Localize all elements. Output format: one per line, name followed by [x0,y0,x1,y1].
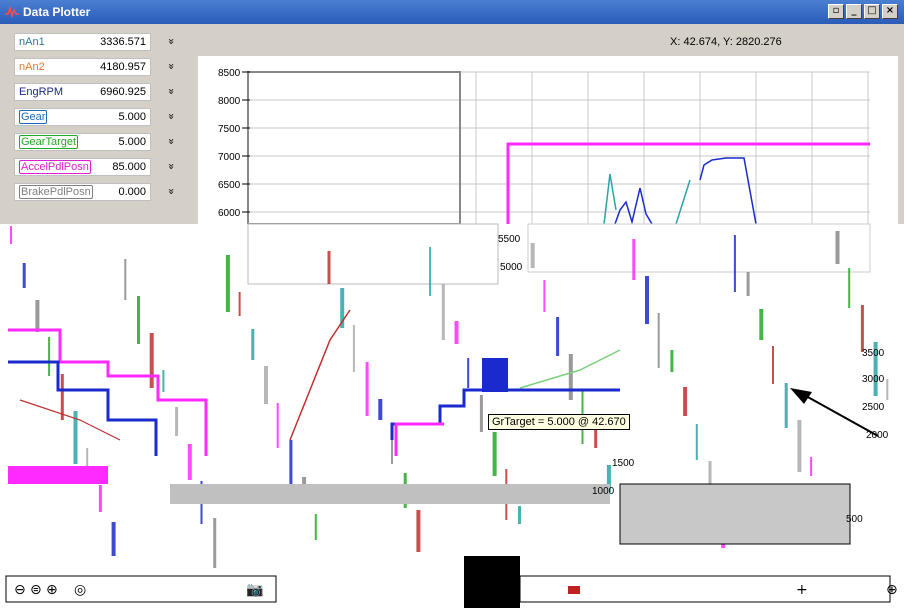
y-tick-label: 8000 [218,96,241,107]
crosshair-icon[interactable]: + [796,582,808,598]
render-artifact [835,231,840,264]
y-tick-label: 6000 [218,208,241,219]
render-artifact [327,251,331,284]
render-artifact [530,243,535,268]
render-artifact [467,358,470,388]
render-artifact [518,506,521,524]
y-tick-label: 5000 [500,262,523,273]
plot-canvas[interactable]: 8500 8000 7500 7000 6500 6000 5500 5000 3500 3000… [0,0,904,608]
render-artifact [98,485,102,512]
render-artifact [543,280,546,312]
render-artifact [556,317,560,356]
ghost-band [170,484,610,504]
render-artifact [365,362,369,416]
render-artifact [187,444,192,480]
render-artifact [594,428,598,448]
render-artifact [391,436,393,464]
fragment-tick-label: 500 [846,514,863,525]
render-artifact [86,448,89,468]
ghost-pane [247,223,499,285]
render-artifact [683,387,688,416]
render-artifact [848,268,851,308]
render-artifact [35,300,40,332]
render-artifact [264,366,268,404]
fragment-tick-label: 1000 [592,486,615,497]
render-artifact [784,383,788,428]
accel-block [8,466,108,484]
engine-rpm-series [699,157,757,225]
render-artifact [213,518,217,568]
render-artifact [251,329,255,360]
cursor-tooltip: GrTarget = 5.000 @ 42.670 [488,414,630,430]
render-artifact [670,350,674,372]
accel-pedal-series [506,142,870,232]
render-artifact [632,239,636,280]
render-artifact [810,457,813,476]
render-artifact [124,259,127,300]
render-artifact [645,276,649,324]
render-artifact [759,309,764,340]
reset-zoom-icon[interactable]: ◎ [74,582,86,598]
engine-rpm-series [614,187,653,225]
nan1-series [675,179,691,225]
plot-box [247,71,461,225]
y-tick-label: 7500 [218,124,241,135]
render-artifact [733,235,736,292]
fragment-tick-label: 3500 [862,348,885,359]
render-artifact [416,510,421,552]
render-artifact [238,292,241,316]
render-artifact [492,432,497,476]
render-artifact [797,420,802,472]
render-artifact [10,226,12,244]
render-artifact [886,379,889,400]
render-artifact [378,399,383,420]
render-artifact [479,395,483,432]
ghost-pane [527,223,871,273]
render-artifact [149,333,154,388]
fragment-tick-label: 1500 [612,458,635,469]
y-tick-label: 6500 [218,180,241,191]
y-tick-label: 5500 [498,234,521,245]
camera-icon[interactable]: 📷 [246,582,263,598]
nan1-series [603,173,617,225]
fragment-tick-label: 3000 [862,374,885,385]
zoom-out-icon[interactable]: ⊖ [14,582,26,598]
render-artifact [276,403,279,448]
render-artifact [695,424,698,460]
ghost-band [619,483,851,545]
render-artifact [111,522,116,556]
zoom-in-icon[interactable]: ⊕ [46,582,58,598]
render-artifact [772,346,774,384]
fragment-tick-label: 2500 [862,402,885,413]
bottom-toolbar [0,572,904,608]
zoom-fit-icon[interactable]: ⊜ [30,582,42,598]
render-artifact [48,337,51,376]
render-artifact [860,305,864,352]
render-artifact [429,247,432,296]
render-artifact [162,370,165,392]
render-artifact [746,272,750,296]
render-artifact [568,354,573,400]
render-artifact [657,313,660,368]
render-artifact [352,325,355,372]
render-artifact [60,374,64,420]
render-artifact [175,407,179,436]
render-artifact [137,296,140,344]
render-artifact [22,263,26,288]
render-artifact [225,255,230,312]
zoom-in-right-icon[interactable]: ⊕ [886,582,898,598]
render-artifact [314,514,317,540]
y-tick-label: 8500 [218,68,241,79]
y-tick-label: 7000 [218,152,241,163]
render-artifact [454,321,459,344]
render-artifact [441,284,445,340]
gear-block [482,358,508,392]
